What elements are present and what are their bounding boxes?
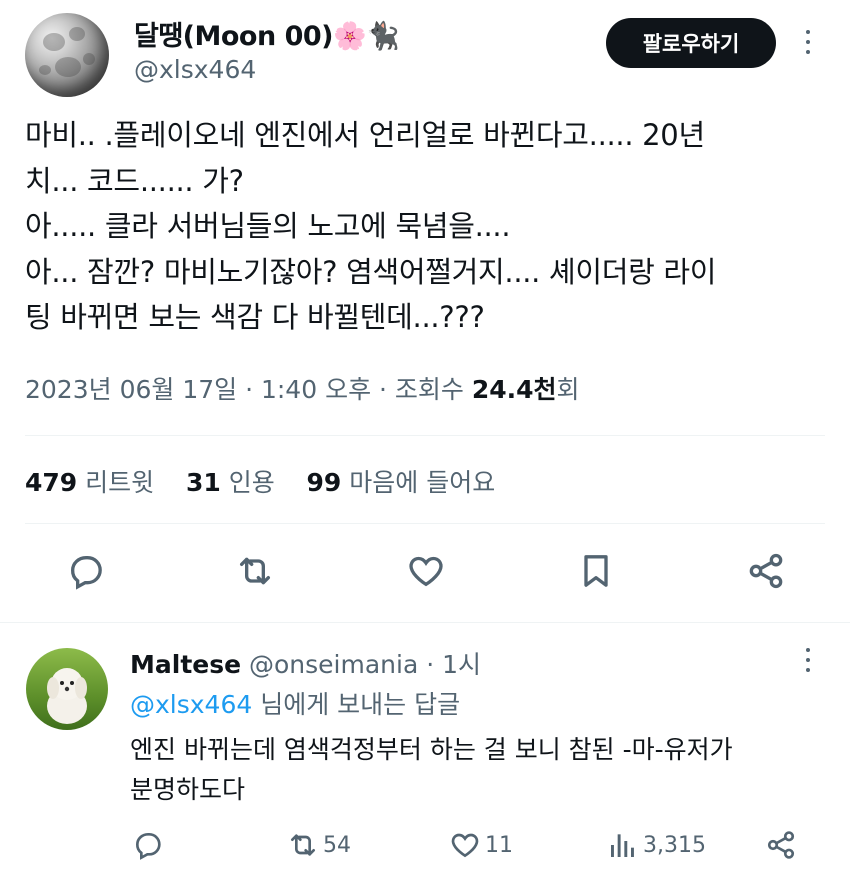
views-icon	[611, 834, 634, 857]
reply-context-suffix: 님에게 보내는 답글	[252, 690, 461, 719]
reply-icon[interactable]	[64, 549, 108, 593]
bookmark-icon[interactable]	[574, 549, 618, 593]
reply-view-count: 3,315	[643, 832, 706, 858]
tweet-date[interactable]: 2023년 06월 17일 · 1:40 오후 · 조회수	[25, 375, 472, 404]
reply-share-button[interactable]	[765, 829, 797, 861]
reply-text: 엔진 바뀌는데 염색걱정부터 하는 걸 보니 참된 -마-유저가 분명하도다	[130, 735, 733, 804]
more-icon[interactable]	[805, 30, 811, 54]
reply-retweet-button[interactable]: 54	[287, 829, 351, 861]
reply-handle-time: @onseimania · 1시	[241, 650, 482, 679]
like-icon	[451, 833, 479, 858]
reply-reply-button[interactable]	[132, 829, 164, 861]
tweet-stats: 479 리트윗 31 인용 99 마음에 들어요	[25, 463, 495, 499]
tweet-meta: 2023년 06월 17일 · 1:40 오후 · 조회수 24.4천회	[25, 370, 580, 406]
more-icon[interactable]	[805, 648, 811, 672]
reply-avatar[interactable]	[26, 648, 108, 730]
quote-stat[interactable]: 31 인용	[186, 468, 275, 497]
reply-icon	[136, 833, 161, 860]
author-handle[interactable]: @xlsx464	[134, 55, 256, 84]
author-name[interactable]: 달땡(Moon 00)🌸🐈‍⬛	[134, 14, 400, 53]
retweet-icon	[291, 834, 315, 856]
reply-like-button[interactable]: 11	[449, 829, 513, 861]
divider	[0, 622, 850, 623]
divider	[25, 435, 825, 436]
like-icon[interactable]	[404, 549, 448, 593]
like-stat[interactable]: 99 마음에 들어요	[307, 468, 496, 497]
follow-button[interactable]: 팔로우하기	[606, 18, 776, 68]
mention-link[interactable]: @xlsx464	[130, 690, 252, 719]
retweet-icon[interactable]	[233, 549, 277, 593]
reply-retweet-count: 54	[323, 832, 351, 858]
reply-like-count: 11	[485, 832, 513, 858]
reply-author-name[interactable]: Maltese	[130, 650, 241, 679]
retweet-stat[interactable]: 479 리트윗	[25, 468, 154, 497]
share-icon[interactable]	[744, 549, 788, 593]
view-count-suffix: 회	[556, 375, 580, 404]
tweet-text: 마비.. .플레이오네 엔진에서 언리얼로 바뀐다고..... 20년 치...…	[25, 118, 717, 334]
share-icon	[767, 831, 795, 859]
divider	[25, 523, 825, 524]
reply-author[interactable]: Maltese @onseimania · 1시	[130, 645, 481, 681]
reply-context: @xlsx464 님에게 보내는 답글	[130, 685, 460, 721]
view-count: 24.4천	[471, 375, 557, 404]
reply-views-button[interactable]: 3,315	[607, 829, 706, 861]
author-avatar[interactable]	[25, 13, 109, 97]
